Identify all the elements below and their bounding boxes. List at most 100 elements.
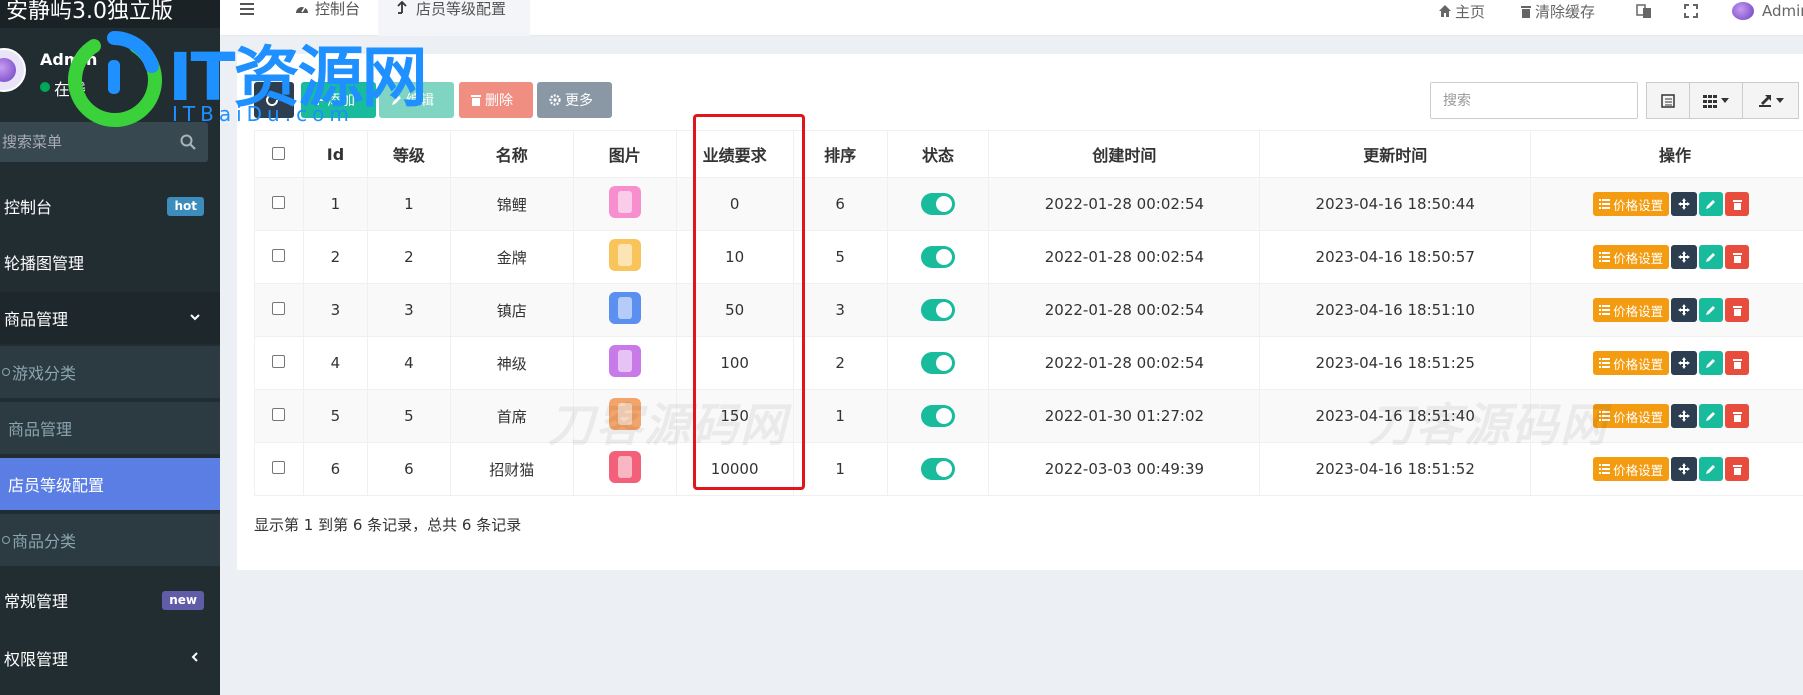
- column-header[interactable]: 名称: [449, 130, 574, 178]
- more-button[interactable]: 更多: [537, 82, 612, 118]
- column-header[interactable]: 状态: [886, 130, 990, 178]
- status-toggle[interactable]: [921, 458, 956, 480]
- status-toggle[interactable]: [921, 352, 956, 374]
- price-settings-button[interactable]: 价格设置: [1593, 192, 1670, 216]
- level-image[interactable]: [608, 451, 641, 483]
- columns-button[interactable]: [1689, 82, 1743, 119]
- tab-dashboard[interactable]: 控制台: [288, 0, 374, 36]
- column-header[interactable]: Id: [302, 130, 368, 178]
- table-row[interactable]: 6 6 招财猫 10000 1 2022-03-03 00:49:39 2023-04-16…: [254, 442, 1803, 496]
- row-delete-button[interactable]: [1725, 245, 1750, 269]
- status-cell[interactable]: [886, 230, 990, 284]
- row-edit-button[interactable]: [1699, 457, 1724, 481]
- checkbox-cell[interactable]: [254, 336, 304, 390]
- row-checkbox[interactable]: [272, 249, 286, 262]
- row-checkbox[interactable]: [272, 196, 286, 209]
- row-edit-button[interactable]: [1699, 245, 1724, 269]
- select-all-checkbox[interactable]: [272, 146, 286, 160]
- sidebar-item-game-category[interactable]: 游戏分类: [0, 346, 220, 398]
- level-image[interactable]: [608, 186, 641, 218]
- level-image[interactable]: [608, 292, 641, 324]
- translate-button[interactable]: [1636, 0, 1652, 22]
- status-toggle[interactable]: [921, 405, 956, 427]
- checkbox-cell[interactable]: [254, 283, 304, 337]
- table-row[interactable]: 3 3 镇店 50 3 2022-01-28 00:02:54 2023-04-16 18:…: [254, 283, 1803, 337]
- drag-sort-button[interactable]: [1671, 298, 1698, 322]
- drag-sort-button[interactable]: [1671, 245, 1698, 269]
- image-cell[interactable]: [572, 283, 677, 337]
- row-edit-button[interactable]: [1699, 192, 1724, 216]
- drag-sort-button[interactable]: [1671, 192, 1698, 216]
- sidebar-item-goods[interactable]: 商品管理: [0, 292, 220, 344]
- image-cell[interactable]: [572, 389, 677, 443]
- price-settings-button[interactable]: 价格设置: [1593, 245, 1670, 269]
- status-toggle[interactable]: [921, 193, 956, 215]
- image-cell[interactable]: [572, 177, 677, 231]
- sidebar-item-goods-manage[interactable]: 商品管理: [0, 402, 220, 454]
- level-image[interactable]: [608, 239, 641, 271]
- tab-staff-level[interactable]: 店员等级配置: [378, 0, 530, 36]
- column-header[interactable]: 排序: [792, 130, 888, 178]
- status-cell[interactable]: [886, 177, 990, 231]
- status-cell[interactable]: [886, 389, 990, 443]
- drag-sort-button[interactable]: [1671, 457, 1698, 481]
- checkbox-cell[interactable]: [254, 230, 304, 284]
- drag-sort-button[interactable]: [1671, 404, 1698, 428]
- checkbox-cell[interactable]: [254, 389, 304, 443]
- add-button[interactable]: 添加: [301, 82, 376, 118]
- level-image[interactable]: [608, 398, 641, 430]
- status-toggle[interactable]: [921, 246, 956, 268]
- clear-cache-button[interactable]: 清除缓存: [1520, 0, 1595, 22]
- row-checkbox[interactable]: [272, 355, 286, 368]
- row-delete-button[interactable]: [1725, 298, 1750, 322]
- menu-toggle-icon[interactable]: [238, 0, 258, 22]
- column-header[interactable]: 创建时间: [988, 130, 1261, 178]
- delete-button[interactable]: 删除: [459, 82, 533, 118]
- table-row[interactable]: 4 4 神级 100 2 2022-01-28 00:02:54 2023-04-16 18…: [254, 336, 1803, 390]
- edit-button[interactable]: 编辑: [379, 82, 454, 118]
- row-delete-button[interactable]: [1725, 192, 1750, 216]
- status-cell[interactable]: [886, 283, 990, 337]
- drag-sort-button[interactable]: [1671, 351, 1698, 375]
- sidebar-item-general[interactable]: 常规管理 new: [0, 574, 220, 626]
- row-delete-button[interactable]: [1725, 457, 1750, 481]
- sidebar-item-staff-level[interactable]: 店员等级配置: [0, 458, 220, 510]
- search-icon[interactable]: [180, 134, 196, 150]
- row-edit-button[interactable]: [1699, 351, 1724, 375]
- column-header[interactable]: 图片: [572, 130, 677, 178]
- fullscreen-button[interactable]: [1684, 0, 1698, 22]
- price-settings-button[interactable]: 价格设置: [1593, 351, 1670, 375]
- table-search-input[interactable]: [1431, 83, 1637, 118]
- brand-title[interactable]: 安静屿3.0独立版: [0, 0, 220, 28]
- price-settings-button[interactable]: 价格设置: [1593, 457, 1670, 481]
- status-cell[interactable]: [886, 336, 990, 390]
- user-menu[interactable]: Admin: [1732, 0, 1803, 22]
- row-checkbox[interactable]: [272, 302, 286, 315]
- table-row[interactable]: 1 1 锦鲤 0 6 2022-01-28 00:02:54 2023-04-16 18:5…: [254, 177, 1803, 231]
- row-edit-button[interactable]: [1699, 404, 1724, 428]
- column-header[interactable]: 操作: [1530, 130, 1803, 178]
- price-settings-button[interactable]: 价格设置: [1593, 298, 1670, 322]
- status-cell[interactable]: [886, 442, 990, 496]
- row-checkbox[interactable]: [272, 461, 286, 474]
- toggle-view-button[interactable]: [1646, 82, 1690, 119]
- table-row[interactable]: 5 5 首席 150 1 2022-01-30 01:27:02 2023-04-16 18…: [254, 389, 1803, 443]
- sidebar-item-carousel[interactable]: 轮播图管理: [0, 236, 220, 288]
- export-button[interactable]: [1742, 82, 1799, 119]
- sidebar-item-goods-category[interactable]: 商品分类: [0, 514, 220, 566]
- checkbox-cell[interactable]: [254, 442, 304, 496]
- row-checkbox[interactable]: [272, 408, 286, 421]
- image-cell[interactable]: [572, 336, 677, 390]
- home-link[interactable]: 主页: [1438, 0, 1485, 22]
- status-toggle[interactable]: [921, 299, 956, 321]
- refresh-button[interactable]: [254, 82, 294, 118]
- level-image[interactable]: [608, 345, 641, 377]
- table-row[interactable]: 2 2 金牌 10 5 2022-01-28 00:02:54 2023-04-16 18:…: [254, 230, 1803, 284]
- row-delete-button[interactable]: [1725, 404, 1750, 428]
- column-header[interactable]: 更新时间: [1259, 130, 1532, 178]
- row-delete-button[interactable]: [1725, 351, 1750, 375]
- sidebar-item-dashboard[interactable]: 控制台 hot: [0, 180, 220, 232]
- image-cell[interactable]: [572, 442, 677, 496]
- row-edit-button[interactable]: [1699, 298, 1724, 322]
- column-header[interactable]: 等级: [366, 130, 451, 178]
